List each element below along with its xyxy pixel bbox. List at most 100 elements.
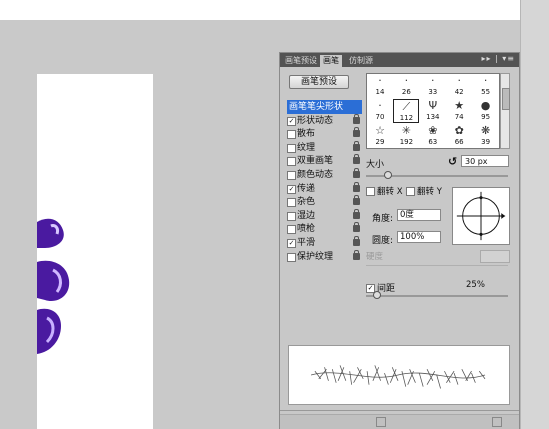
brush-tip[interactable]: ★ 74: [446, 99, 472, 123]
flip-y-box[interactable]: [406, 187, 415, 196]
option-checkbox[interactable]: [287, 171, 296, 180]
spacing-slider[interactable]: [366, 295, 508, 297]
panel-menu-icon[interactable]: ▸▸ | ▾≡: [481, 54, 515, 63]
brush-option-item[interactable]: 保护纹理: [287, 249, 362, 264]
brush-option-item[interactable]: ✓ 传递: [287, 181, 362, 196]
brush-angle-widget[interactable]: [452, 187, 510, 245]
brush-tip[interactable]: · 70: [367, 99, 393, 123]
brush-tip-size: 95: [481, 113, 491, 121]
brush-tip[interactable]: ☆ 29: [367, 124, 393, 148]
brush-tip[interactable]: ● 95: [473, 99, 499, 123]
reset-size-icon[interactable]: ↺: [448, 155, 457, 168]
option-checkbox[interactable]: [287, 252, 296, 262]
lock-icon[interactable]: [353, 113, 360, 124]
brush-tip-glyph: ·: [378, 99, 382, 112]
brush-option-item[interactable]: 杂色: [287, 195, 362, 209]
tab-clone-source[interactable]: 仿制源: [346, 55, 376, 67]
brush-tip-size: 134: [426, 113, 440, 121]
brush-tip-size: 74: [454, 113, 464, 121]
option-checkbox[interactable]: [287, 157, 296, 167]
tab-brush-presets[interactable]: 画笔预设: [282, 55, 320, 67]
option-checkbox[interactable]: [287, 225, 296, 235]
brush-tip[interactable]: ❋ 39: [473, 124, 499, 148]
brush-tip-glyph: ✳: [401, 124, 411, 137]
angle-label: 角度:: [372, 214, 394, 224]
size-field[interactable]: 30 px: [461, 155, 509, 167]
size-slider-knob[interactable]: [384, 171, 393, 179]
brush-option-item[interactable]: 双重画笔: [287, 154, 362, 168]
option-label: 画笔笔尖形状: [289, 102, 344, 112]
brush-tip-glyph: ·: [378, 74, 382, 87]
brush-tip-size: 70: [375, 113, 385, 121]
brush-tip[interactable]: · 42: [446, 74, 472, 98]
lock-icon[interactable]: [353, 154, 360, 165]
brush-tip-glyph: ⟋: [402, 100, 411, 113]
brush-tip[interactable]: ✳ 192: [393, 124, 419, 148]
brush-option-item[interactable]: ✓ 形状动态: [287, 113, 362, 128]
lock-icon[interactable]: [353, 140, 360, 151]
flip-y-checkbox[interactable]: 翻转 Y: [406, 185, 442, 197]
option-checkbox[interactable]: [287, 143, 296, 153]
brush-option-item[interactable]: 颜色动态: [287, 168, 362, 182]
brush-option-item[interactable]: ✓ 平滑: [287, 236, 362, 250]
option-checkbox[interactable]: ✓: [287, 116, 296, 126]
spacing-checkbox[interactable]: ✓ 间距: [366, 281, 395, 294]
brush-tip[interactable]: Ψ 134: [420, 99, 446, 123]
panel-tab-bar: 画笔预设 画笔 仿制源 ▸▸ | ▾≡: [280, 53, 519, 67]
brush-tip-grid[interactable]: · 14 · 26 · 33 · 42 · 55 · 70 ⟋ 112 Ψ 134 ★ 74 ● 95 ☆ 29 ✳ 192 ❀…: [366, 73, 500, 149]
tip-grid-scrollbar[interactable]: [500, 73, 510, 149]
spacing-value[interactable]: 25%: [466, 279, 506, 291]
angle-field[interactable]: 0度: [397, 209, 441, 221]
brush-tip[interactable]: ✿ 66: [446, 124, 472, 148]
option-checkbox[interactable]: [287, 130, 296, 140]
roundness-field[interactable]: 100%: [397, 231, 441, 243]
brush-tip-size: 63: [428, 138, 438, 146]
purple-artwork: [37, 218, 70, 354]
brush-tip-glyph: ❋: [480, 124, 491, 137]
option-checkbox[interactable]: [287, 198, 296, 208]
tip-grid-scroll-thumb[interactable]: [502, 88, 510, 110]
lock-icon[interactable]: [353, 249, 360, 260]
brush-tip[interactable]: · 26: [393, 74, 419, 98]
brush-tip[interactable]: · 33: [420, 74, 446, 98]
brush-option-item[interactable]: 喷枪: [287, 222, 362, 236]
brush-option-item[interactable]: 纹理: [287, 140, 362, 155]
lock-icon[interactable]: [353, 222, 360, 233]
lock-icon[interactable]: [353, 168, 360, 178]
option-label: 颜色动态: [297, 170, 334, 180]
option-checkbox[interactable]: ✓: [287, 239, 296, 248]
brush-stroke-preview: [288, 345, 510, 405]
tab-brush[interactable]: 画笔: [320, 55, 342, 67]
lock-icon[interactable]: [353, 127, 360, 138]
lock-icon[interactable]: [353, 208, 360, 219]
spacing-slider-knob[interactable]: [373, 291, 382, 299]
option-label: 散布: [297, 129, 316, 140]
lock-icon[interactable]: [353, 195, 360, 206]
brush-tip-size: 66: [454, 138, 464, 146]
toggle-live-tip-icon[interactable]: [376, 417, 386, 427]
option-checkbox[interactable]: ✓: [287, 184, 296, 194]
flip-y-label: 翻转 Y: [417, 187, 442, 197]
brush-option-item[interactable]: 湿边: [287, 208, 362, 223]
new-brush-icon[interactable]: [492, 417, 502, 427]
flip-x-label: 翻转 X: [377, 187, 403, 197]
brush-tip[interactable]: · 14: [367, 74, 393, 98]
option-label: 形状动态: [297, 115, 334, 126]
brush-tip[interactable]: · 55: [473, 74, 499, 98]
flip-x-box[interactable]: [366, 187, 375, 196]
brush-tip[interactable]: ❀ 63: [420, 124, 446, 148]
brush-option-item[interactable]: 画笔笔尖形状: [287, 100, 362, 114]
size-label: 大小: [366, 160, 385, 170]
brush-tip[interactable]: ⟋ 112: [393, 99, 420, 123]
brush-presets-button[interactable]: 画笔预设: [289, 75, 349, 89]
option-label: 喷枪: [297, 224, 316, 235]
brush-tip-size: 14: [375, 88, 385, 96]
brush-option-item[interactable]: 散布: [287, 127, 362, 141]
option-checkbox[interactable]: [287, 211, 296, 221]
lock-icon[interactable]: [353, 236, 360, 246]
brush-tip-glyph: ❀: [428, 124, 438, 137]
dock-scrollbar[interactable]: [520, 0, 549, 429]
brush-tip-glyph: ☆: [375, 124, 385, 137]
flip-x-checkbox[interactable]: 翻转 X: [366, 185, 403, 197]
lock-icon[interactable]: [353, 181, 360, 192]
